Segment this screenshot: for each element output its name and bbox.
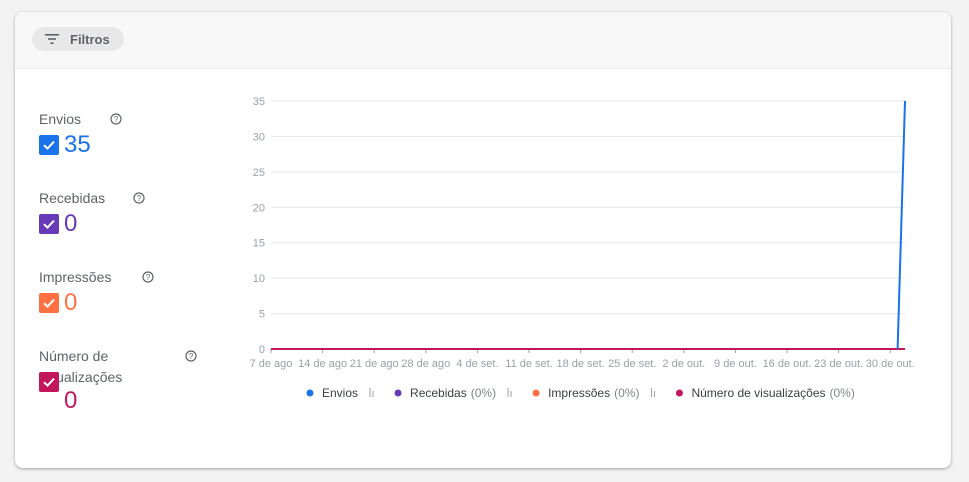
y-tick-label: 0 (259, 344, 265, 356)
x-tick-label: 2 de out. (662, 358, 705, 370)
x-tick-label: 14 de ago (298, 358, 347, 370)
legend-marker (394, 389, 402, 397)
x-tick-label: 11 de set. (505, 358, 553, 370)
legend-percent: (0%) (614, 386, 639, 400)
y-tick-label: 25 (253, 167, 265, 179)
y-tick-label: 15 (253, 238, 265, 250)
legend-marker (675, 389, 683, 397)
y-tick-label: 10 (253, 273, 265, 285)
x-tick-label: 16 de out. (763, 358, 812, 370)
legend-separator-icon (507, 388, 512, 397)
performance-card: Filtros Envios ? 35 Recebidas ? 0 Impres… (15, 12, 951, 468)
x-tick-label: 9 de out. (714, 358, 757, 370)
series-line (896, 100, 906, 350)
legend-label: Número de visualizações (691, 386, 825, 400)
y-tick-label: 5 (259, 309, 265, 321)
legend-separator-icon (369, 388, 374, 397)
y-tick-label: 20 (253, 202, 265, 214)
y-tick-label: 35 (253, 96, 265, 108)
legend-label: Envios (322, 386, 358, 400)
legend-label: Recebidas (410, 386, 467, 400)
x-tick-label: 28 de ago (401, 358, 450, 370)
x-tick-label: 18 de set. (556, 358, 604, 370)
y-tick-label: 30 (253, 131, 265, 143)
legend-marker (532, 389, 540, 397)
legend-percent: (0%) (471, 386, 496, 400)
line-chart: 0 5 10 15 20 25 30 35 7 de ago 14 de ago 21 de ago… (250, 96, 915, 400)
x-tick-label: 23 de out. (814, 358, 863, 370)
x-tick-label: 21 de ago (350, 358, 399, 370)
legend-label: Impressões (548, 386, 610, 400)
x-tick-label: 4 de set. (456, 358, 498, 370)
x-tick-label: 30 de out. (866, 358, 915, 370)
x-tick-label: 25 de set. (608, 358, 656, 370)
legend-percent: (0%) (830, 386, 855, 400)
legend-separator-icon (650, 388, 655, 397)
legend-marker (306, 389, 314, 397)
x-tick-label: 7 de ago (250, 358, 293, 370)
